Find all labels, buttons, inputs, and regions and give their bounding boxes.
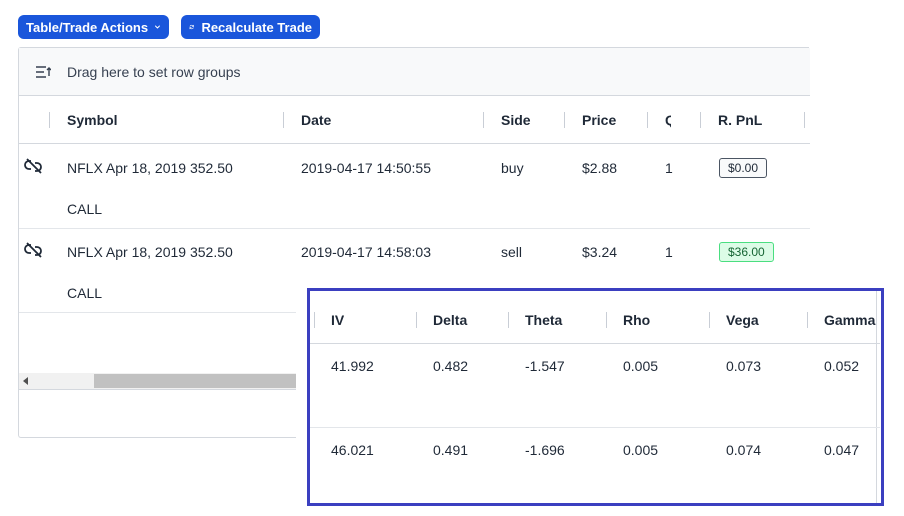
column-resize-handle[interactable] [483, 112, 484, 128]
date-cell: 2019-04-17 14:58:03 [301, 244, 431, 260]
date-cell: 2019-04-17 14:50:55 [301, 160, 431, 176]
qty-cell: 1 [665, 244, 673, 260]
column-header-side[interactable]: Side [501, 96, 551, 144]
side-cell: sell [501, 244, 523, 260]
qty-cell: 1 [665, 160, 673, 176]
page: Table/Trade Actions Recalculate Trade Dr… [0, 0, 904, 516]
column-resize-handle[interactable] [49, 112, 50, 128]
delta-cell: 0.491 [433, 442, 469, 458]
column-header-price[interactable]: Price [582, 96, 638, 144]
column-header-qty[interactable]: Q [665, 96, 671, 144]
symbol-cell: NFLX Apr 18, 2019 352.50 [67, 244, 233, 260]
column-resize-handle[interactable] [314, 312, 315, 328]
gamma-cell: 0.047 [824, 442, 860, 458]
gamma-cell: 0.052 [824, 358, 860, 374]
rho-cell: 0.005 [623, 442, 659, 458]
vega-cell: 0.073 [726, 358, 762, 374]
greeks-panel-edge [876, 291, 877, 503]
column-header-theta[interactable]: Theta [525, 296, 585, 344]
vega-cell: 0.074 [726, 442, 762, 458]
column-header-rho[interactable]: Rho [623, 296, 683, 344]
row-group-drop-zone[interactable]: Drag here to set row groups [19, 48, 810, 96]
grid-header-row: Symbol Date Side Price Q R. PnL [19, 96, 810, 144]
theta-cell: -1.696 [525, 442, 565, 458]
unlink-icon[interactable] [24, 241, 44, 259]
column-resize-handle[interactable] [416, 312, 417, 328]
symbol-cell-type: CALL [67, 285, 103, 301]
column-resize-handle[interactable] [700, 112, 701, 128]
symbol-cell-type: CALL [67, 201, 103, 217]
scrollbar-thumb[interactable] [94, 374, 297, 388]
refresh-icon [189, 24, 194, 30]
horizontal-scrollbar[interactable] [19, 373, 297, 389]
column-header-iv[interactable]: IV [331, 296, 391, 344]
row-group-hint: Drag here to set row groups [67, 64, 241, 80]
column-resize-handle[interactable] [283, 112, 284, 128]
rpnl-badge: $36.00 [719, 242, 774, 262]
column-resize-handle[interactable] [709, 312, 710, 328]
price-cell: $2.88 [582, 160, 618, 176]
price-cell: $3.24 [582, 244, 618, 260]
column-resize-handle[interactable] [807, 312, 808, 328]
rpnl-badge: $0.00 [719, 158, 768, 178]
column-resize-handle[interactable] [804, 112, 805, 128]
unlink-icon[interactable] [24, 157, 44, 175]
column-header-symbol[interactable]: Symbol [67, 96, 267, 144]
column-header-gamma[interactable]: Gamma [824, 296, 876, 344]
column-resize-handle[interactable] [647, 112, 648, 128]
iv-cell: 41.992 [331, 358, 374, 374]
column-resize-handle[interactable] [606, 312, 607, 328]
greeks-panel: IV Delta Theta Rho Vega Gamma 41.992 0.4… [296, 270, 884, 516]
column-header-date[interactable]: Date [301, 96, 461, 144]
scroll-left-icon[interactable] [23, 377, 28, 385]
symbol-cell: NFLX Apr 18, 2019 352.50 [67, 160, 233, 176]
table-trade-actions-label: Table/Trade Actions [26, 19, 149, 35]
row-divider [19, 228, 810, 229]
chevron-down-icon [155, 25, 161, 29]
column-resize-handle[interactable] [564, 112, 565, 128]
column-header-rpnl[interactable]: R. PnL [718, 96, 778, 144]
column-resize-handle[interactable] [508, 312, 509, 328]
delta-cell: 0.482 [433, 358, 469, 374]
iv-cell: 46.021 [331, 442, 374, 458]
column-header-delta[interactable]: Delta [433, 296, 493, 344]
greeks-highlight-frame [307, 288, 884, 506]
recalculate-trade-label: Recalculate Trade [201, 19, 312, 35]
row-divider [310, 427, 880, 428]
theta-cell: -1.547 [525, 358, 565, 374]
greeks-header-divider [310, 343, 880, 344]
rho-cell: 0.005 [623, 358, 659, 374]
side-cell: buy [501, 160, 524, 176]
table-trade-actions-button[interactable]: Table/Trade Actions [18, 15, 169, 39]
recalculate-trade-button[interactable]: Recalculate Trade [181, 15, 320, 39]
column-header-vega[interactable]: Vega [726, 296, 786, 344]
row-group-icon [36, 66, 51, 78]
